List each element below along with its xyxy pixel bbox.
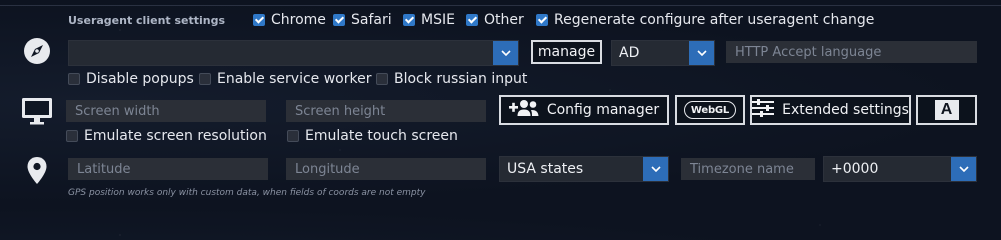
select-value: AD [619,45,640,61]
input-placeholder: Screen height [295,103,386,119]
select-value: +0000 [831,161,879,177]
monitor-icon [18,92,56,130]
chevron-down-icon [493,41,518,65]
service-worker-checkbox[interactable]: Enable service worker [199,71,372,87]
add-users-icon [508,99,539,121]
sliders-icon [752,99,775,121]
section-label-useragent: Useragent client settings [68,14,226,27]
checkbox-label: Emulate screen resolution [84,128,267,144]
checkbox-box [376,73,388,85]
emulate-touch-checkbox[interactable]: Emulate touch screen [287,128,458,144]
block-russian-checkbox[interactable]: Block russian input [376,71,527,87]
button-label: Extended settings [782,102,909,118]
regenerate-checkbox[interactable]: Regenerate configure after useragent cha… [536,12,874,28]
checkbox-label: Safari [351,12,392,28]
checkbox-box [403,14,415,26]
select-value: USA states [507,161,584,177]
config-manager-button[interactable]: Config manager [499,95,669,125]
screen-width-input[interactable]: Screen width [66,100,266,122]
latitude-input[interactable]: Latitude [68,158,268,180]
input-placeholder: Longitude [295,161,360,177]
webgl-button[interactable]: WebGL [675,95,745,125]
checkbox-label: Block russian input [394,71,528,87]
timezone-offset-select[interactable]: +0000 [823,156,977,182]
checkbox-box [66,130,78,142]
input-placeholder: HTTP Accept language [735,44,882,60]
checkbox-label: Enable service worker [217,71,372,87]
region-select[interactable]: USA states [499,156,669,182]
chevron-down-icon [689,41,714,65]
extended-settings-button[interactable]: Extended settings [750,95,911,125]
checkbox-box [466,14,478,26]
compass-icon [18,32,56,70]
checkbox-box [253,14,265,26]
useragent-select[interactable] [68,40,519,66]
top-divider [0,0,1001,6]
manage-button[interactable]: manage [531,40,602,64]
screen-height-input[interactable]: Screen height [286,100,486,122]
button-label: manage [537,44,596,60]
safari-checkbox[interactable]: Safari [333,12,392,28]
accept-language-input[interactable]: HTTP Accept language [726,41,977,63]
checkbox-label: Disable popups [86,71,194,87]
checkbox-box [536,14,548,26]
checkbox-label: Regenerate configure after useragent cha… [554,12,875,28]
checkbox-label: Chrome [271,12,326,28]
button-label: Config manager [546,102,660,118]
font-icon: A [934,100,959,120]
checkbox-label: Emulate touch screen [305,128,458,144]
chevron-down-icon [951,157,976,181]
location-pin-icon [18,152,56,190]
other-checkbox[interactable]: Other [466,12,524,28]
disable-popups-checkbox[interactable]: Disable popups [68,71,194,87]
checkbox-label: Other [484,12,524,28]
checkbox-box [333,14,345,26]
msie-checkbox[interactable]: MSIE [403,12,455,28]
webgl-logo: WebGL [684,101,736,119]
chrome-checkbox[interactable]: Chrome [253,12,326,28]
emulate-resolution-checkbox[interactable]: Emulate screen resolution [66,128,267,144]
checkbox-box [199,73,211,85]
gps-hint-text: GPS position works only with custom data… [68,188,426,198]
input-placeholder: Screen width [75,103,160,119]
checkbox-box [287,130,299,142]
longitude-input[interactable]: Longitude [286,158,486,180]
language-select[interactable]: AD [611,40,715,66]
chevron-down-icon [643,157,668,181]
font-settings-button[interactable]: A [916,95,977,125]
timezone-input[interactable]: Timezone name [681,158,815,180]
input-placeholder: Latitude [77,161,131,177]
input-placeholder: Timezone name [690,161,794,177]
checkbox-box [68,73,80,85]
checkbox-label: MSIE [421,12,455,28]
